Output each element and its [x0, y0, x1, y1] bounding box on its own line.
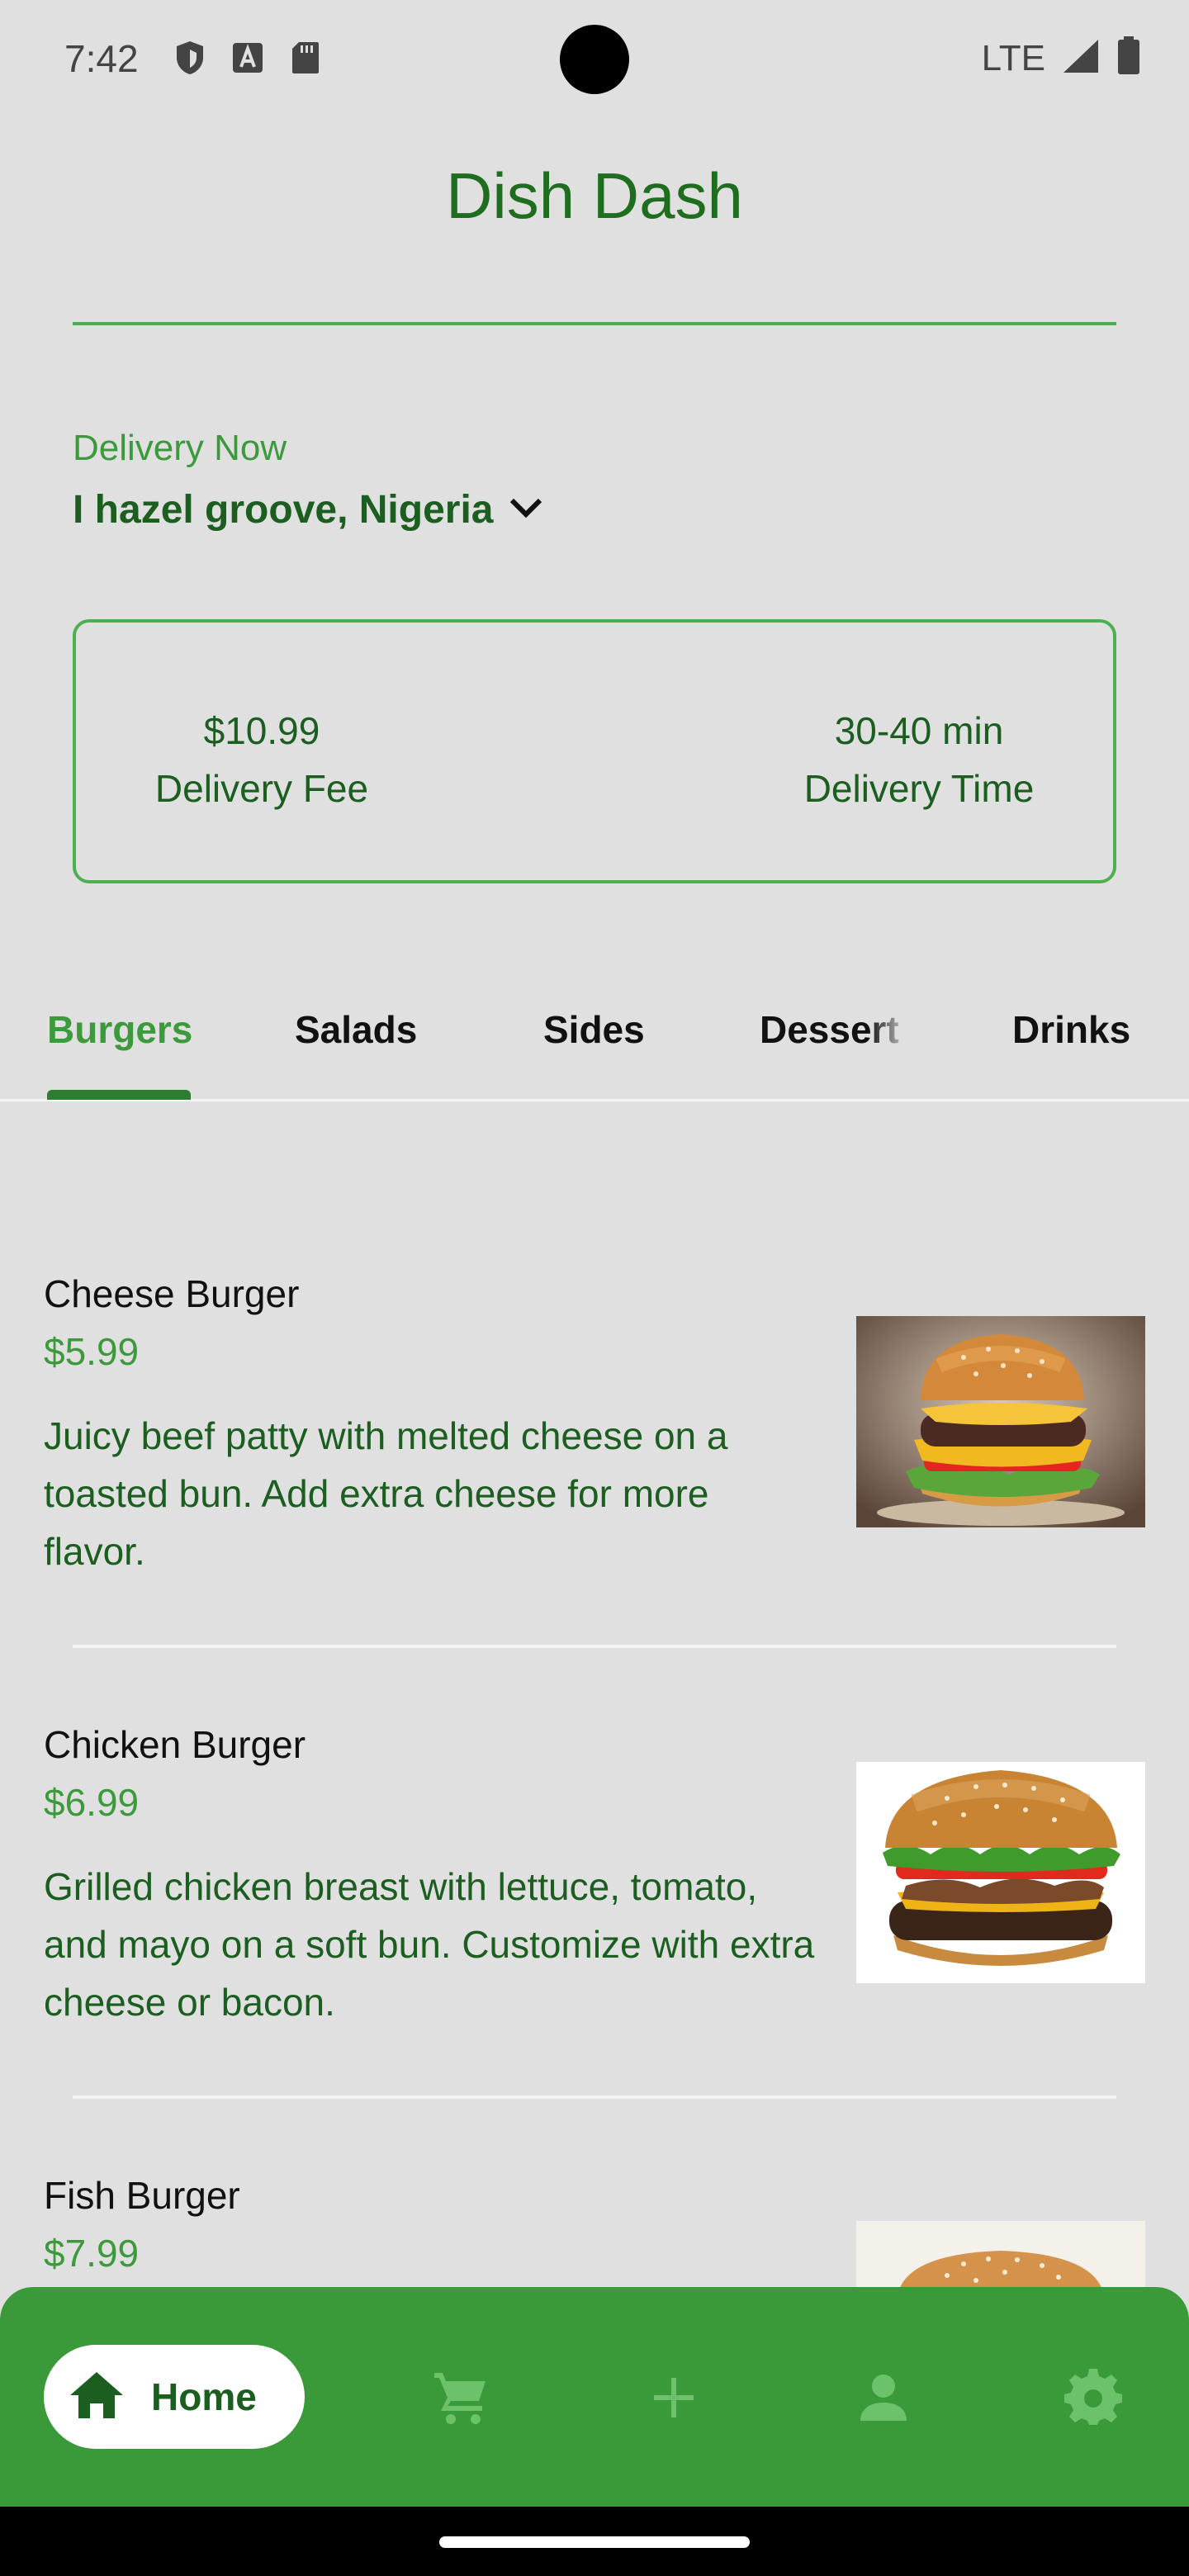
status-notification-icons [172, 40, 324, 76]
battery-icon [1116, 36, 1141, 80]
status-time: 7:42 [64, 37, 139, 80]
item-name: Fish Burger [44, 2174, 240, 2217]
menu-item-chicken-burger[interactable]: Chicken Burger $6.99 Grilled chicken bre… [0, 1714, 1189, 2102]
menu-item-fish-burger[interactable]: Fish Burger $7.99 [0, 2165, 1189, 2289]
delivery-fee-value: $10.99 [203, 709, 320, 752]
item-price: $7.99 [44, 2232, 140, 2275]
item-divider [73, 2095, 1116, 2099]
delivery-time-info: 30-40 min Delivery Time [725, 702, 1113, 817]
cart-icon[interactable] [429, 2366, 492, 2429]
fish-burger-image [856, 2221, 1145, 2289]
tab-salads[interactable]: Salads [295, 1007, 417, 1052]
sd-card-icon [287, 40, 324, 76]
home-icon [67, 2369, 126, 2426]
status-bar: 7:42 LTE [0, 0, 1189, 119]
item-image [856, 1316, 1145, 1527]
item-description: Juicy beef patty with melted cheese on a… [44, 1414, 728, 1573]
settings-icon[interactable] [1062, 2366, 1125, 2429]
text-a-icon [230, 40, 266, 76]
tab-sides[interactable]: Sides [543, 1007, 645, 1052]
nav-home-label: Home [151, 2375, 257, 2418]
delivery-info-card: $10.99 Delivery Fee 30-40 min Delivery T… [73, 619, 1116, 883]
title-divider [73, 322, 1116, 325]
cheese-burger-image [856, 1316, 1145, 1527]
nav-home[interactable]: Home [44, 2345, 305, 2449]
camera-cutout [560, 25, 629, 94]
location-text: I hazel groove, Nigeria [73, 488, 494, 532]
tab-dessert[interactable]: Dessert [760, 1007, 899, 1052]
delivery-time-label: Delivery Time [803, 767, 1035, 810]
delivery-fee-info: $10.99 Delivery Fee [76, 702, 448, 817]
tab-drinks[interactable]: Drinks [1012, 1007, 1130, 1052]
system-navigation-bar [0, 2507, 1189, 2576]
network-type: LTE [981, 37, 1045, 78]
person-icon[interactable] [852, 2366, 915, 2429]
active-tab-indicator [47, 1090, 191, 1100]
item-price: $6.99 [44, 1781, 140, 1824]
bottom-navigation: Home [0, 2287, 1189, 2507]
item-description: Grilled chicken breast with lettuce, tom… [44, 1865, 815, 2024]
chevron-down-icon [508, 495, 544, 524]
delivery-label: Delivery Now [73, 428, 287, 468]
add-icon[interactable] [642, 2366, 705, 2429]
location-selector[interactable]: I hazel groove, Nigeria [73, 487, 544, 533]
signal-icon [1062, 38, 1100, 78]
app-title: Dish Dash [446, 159, 743, 232]
shield-icon [172, 40, 208, 76]
item-image [856, 1762, 1145, 1983]
tab-burgers[interactable]: Burgers [47, 1007, 192, 1052]
delivery-time-value: 30-40 min [834, 709, 1004, 752]
delivery-fee-label: Delivery Fee [154, 767, 369, 810]
home-gesture-handle[interactable] [439, 2536, 750, 2548]
category-tabs: Burgers Salads Sides Dessert Drinks [0, 999, 1189, 1101]
chicken-burger-image [856, 1762, 1145, 1983]
item-name: Cheese Burger [44, 1272, 300, 1315]
item-divider [73, 1645, 1116, 1648]
item-price: $5.99 [44, 1330, 140, 1373]
item-image [856, 2221, 1145, 2289]
menu-item-cheese-burger[interactable]: Cheese Burger $5.99 Juicy beef patty wit… [0, 1263, 1189, 1651]
status-system-icons: LTE [982, 36, 1141, 80]
item-name: Chicken Burger [44, 1723, 306, 1766]
